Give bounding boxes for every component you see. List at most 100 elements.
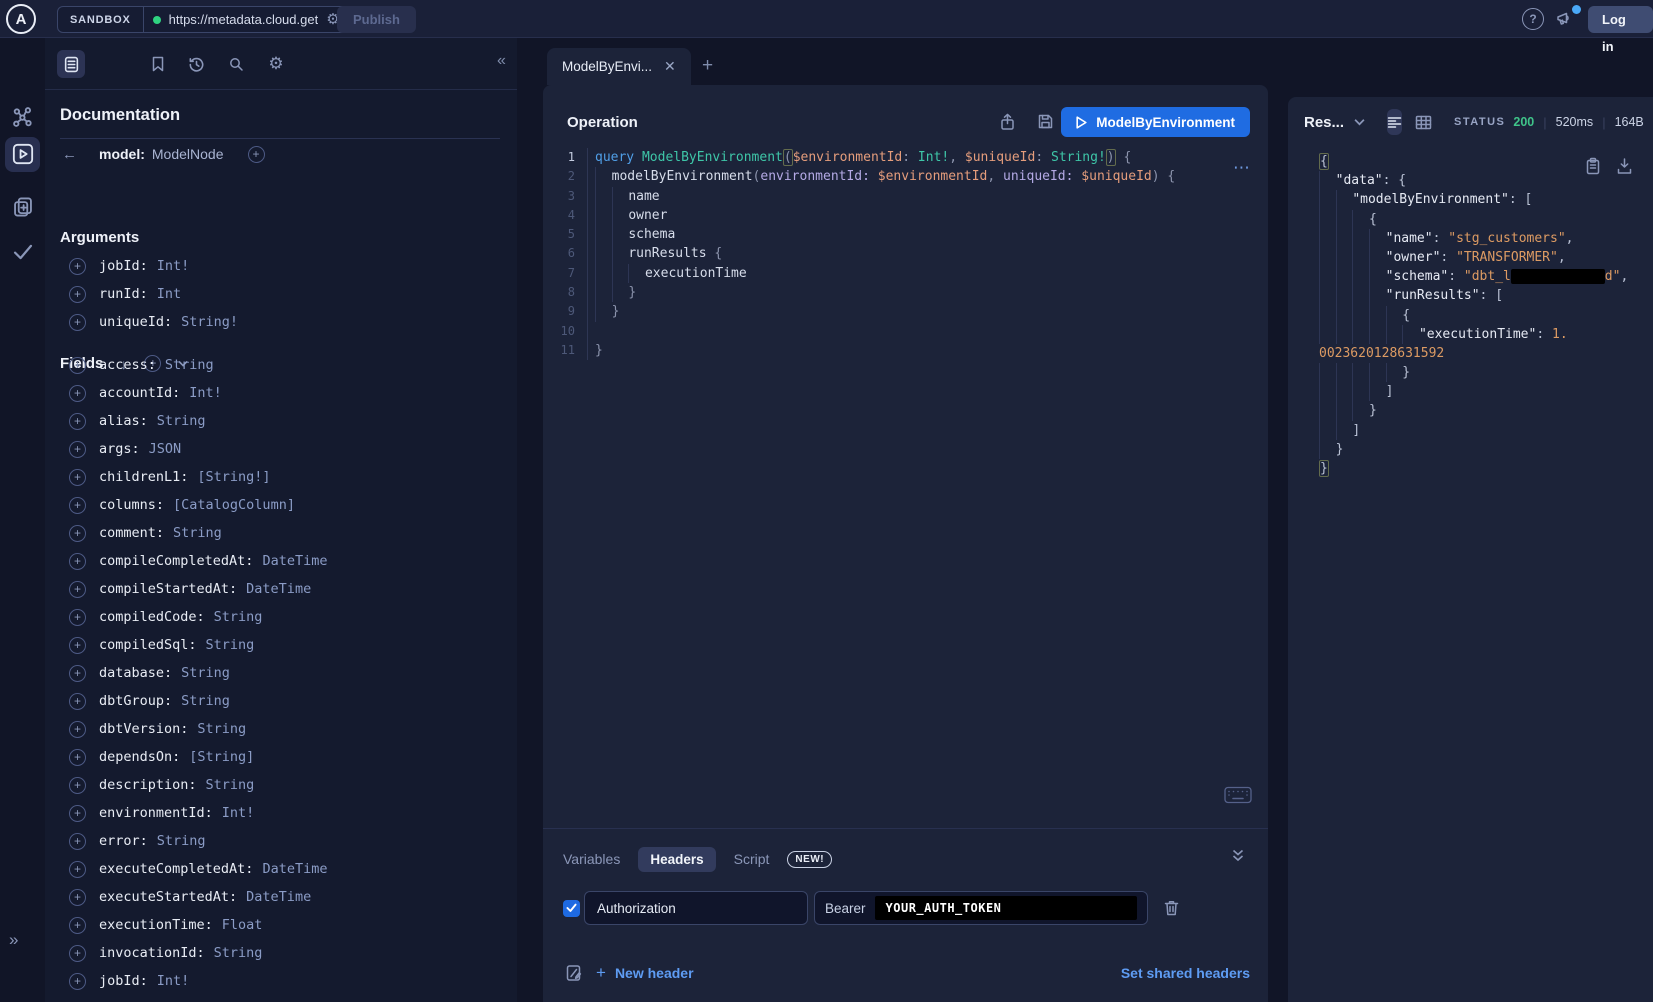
schema-field-row[interactable]: +executionTime:Float (45, 911, 517, 939)
add-field-icon[interactable]: + (69, 777, 86, 794)
search-tab-icon[interactable] (222, 50, 250, 78)
login-button[interactable]: Log in (1588, 6, 1653, 33)
tab-headers[interactable]: Headers (638, 847, 715, 872)
documentation-tab-icon[interactable] (57, 50, 85, 78)
back-arrow-icon[interactable]: ← (62, 146, 77, 163)
add-field-icon[interactable]: + (69, 749, 86, 766)
add-field-icon[interactable]: + (69, 861, 86, 878)
schema-field-row[interactable]: +accountId:Int! (45, 379, 517, 407)
operation-tab-title[interactable]: ModelByEnvi... (562, 59, 652, 74)
tab-script[interactable]: Script (734, 851, 770, 867)
help-icon[interactable]: ? (1522, 8, 1544, 30)
schema-field-row[interactable]: +description:String (45, 771, 517, 799)
apollo-logo[interactable]: A (6, 4, 36, 34)
add-field-icon[interactable]: + (69, 917, 86, 934)
schema-field-row[interactable]: +runId:Int (45, 280, 517, 308)
schema-field-row[interactable]: +columns:[CatalogColumn] (45, 491, 517, 519)
header-enabled-checkbox[interactable] (563, 900, 580, 917)
field-type: String (206, 777, 255, 793)
publish-button[interactable]: Publish (337, 6, 416, 33)
env-variables-icon[interactable] (565, 964, 583, 983)
schema-field-row[interactable]: +jobId:Int! (45, 967, 517, 995)
operation-more-options-icon[interactable]: ⋯ (1233, 158, 1251, 178)
add-field-icon[interactable]: + (69, 258, 86, 275)
keyboard-shortcuts-icon[interactable] (1224, 786, 1252, 804)
schema-field-row[interactable]: +compiledCode:String (45, 603, 517, 631)
set-shared-headers-link[interactable]: Set shared headers (1121, 965, 1250, 981)
add-field-icon[interactable]: + (69, 693, 86, 710)
schema-field-row[interactable]: +access:String (45, 351, 517, 379)
add-field-icon[interactable]: + (69, 441, 86, 458)
add-field-icon[interactable]: + (69, 805, 86, 822)
operation-tab[interactable]: ModelByEnvi... ✕ (547, 48, 691, 85)
schema-field-row[interactable]: +childrenL1:[String!] (45, 463, 517, 491)
collapse-request-panel-icon[interactable] (1232, 849, 1244, 862)
raw-view-toggle-icon[interactable] (1387, 109, 1402, 135)
share-operation-icon[interactable] (999, 113, 1016, 131)
add-field-icon[interactable]: + (69, 609, 86, 626)
schema-field-row[interactable]: +comment:String (45, 519, 517, 547)
graphql-editor[interactable]: 1query ModelByEnvironment($environmentId… (543, 148, 1268, 360)
collapse-docs-panel-icon[interactable]: « (497, 52, 506, 70)
run-operation-button[interactable]: ModelByEnvironment (1061, 107, 1250, 137)
close-tab-icon[interactable]: ✕ (664, 58, 676, 75)
sidebar-item-checks[interactable] (0, 241, 45, 263)
endpoint-url-text[interactable]: https://metadata.cloud.get (169, 12, 319, 27)
add-field-icon[interactable]: + (69, 497, 86, 514)
history-tab-icon[interactable] (182, 50, 210, 78)
add-field-icon[interactable]: + (69, 469, 86, 486)
bookmarks-tab-icon[interactable] (144, 50, 172, 78)
schema-field-row[interactable]: +executeStartedAt:DateTime (45, 883, 517, 911)
add-field-icon[interactable]: + (69, 385, 86, 402)
schema-field-row[interactable]: +jobId:Int! (45, 252, 517, 280)
new-tab-icon[interactable]: + (702, 55, 713, 77)
add-field-icon[interactable]: + (69, 889, 86, 906)
save-operation-icon[interactable] (1037, 113, 1054, 130)
add-field-icon[interactable]: + (69, 665, 86, 682)
response-panel-title[interactable]: Res... (1304, 114, 1344, 131)
schema-field-row[interactable]: +compileCompletedAt:DateTime (45, 547, 517, 575)
schema-field-row[interactable]: +dependsOn:[String] (45, 743, 517, 771)
add-field-icon[interactable]: + (69, 525, 86, 542)
schema-field-row[interactable]: +alias:String (45, 407, 517, 435)
add-field-icon[interactable]: + (69, 553, 86, 570)
add-field-icon[interactable]: + (69, 833, 86, 850)
endpoint-url-field[interactable]: https://metadata.cloud.get ⚙ (144, 7, 349, 32)
add-field-icon[interactable]: + (69, 945, 86, 962)
sidebar-item-changelog[interactable] (0, 196, 45, 218)
schema-field-row[interactable]: +compileStartedAt:DateTime (45, 575, 517, 603)
sidebar-item-explorer[interactable] (0, 143, 45, 165)
schema-field-row[interactable]: +invocationId:String (45, 939, 517, 967)
new-header-button[interactable]: + New header (596, 963, 694, 983)
schema-field-row[interactable]: +dbtGroup:String (45, 687, 517, 715)
add-field-icon[interactable]: + (69, 314, 86, 331)
schema-field-row[interactable]: +dbtVersion:String (45, 715, 517, 743)
add-type-icon[interactable]: + (248, 146, 265, 163)
add-field-icon[interactable]: + (69, 637, 86, 654)
schema-field-row[interactable]: +database:String (45, 659, 517, 687)
schema-field-row[interactable]: +executeCompletedAt:DateTime (45, 855, 517, 883)
breadcrumb-type[interactable]: ModelNode (152, 146, 224, 162)
schema-field-row[interactable]: +uniqueId:String! (45, 308, 517, 336)
auth-token-value[interactable]: YOUR_AUTH_TOKEN (875, 896, 1137, 920)
tab-variables[interactable]: Variables (563, 851, 620, 867)
add-field-icon[interactable]: + (69, 581, 86, 598)
expand-rail-icon[interactable]: » (9, 930, 18, 950)
header-value-input[interactable]: Bearer YOUR_AUTH_TOKEN (814, 891, 1148, 925)
add-field-icon[interactable]: + (69, 286, 86, 303)
schema-field-row[interactable]: +args:JSON (45, 435, 517, 463)
schema-field-row[interactable]: +environmentId:Int! (45, 799, 517, 827)
add-field-icon[interactable]: + (69, 413, 86, 430)
table-view-toggle-icon[interactable] (1415, 115, 1432, 130)
add-field-icon[interactable]: + (69, 973, 86, 990)
schema-field-row[interactable]: +compiledSql:String (45, 631, 517, 659)
add-field-icon[interactable]: + (69, 721, 86, 738)
response-json-viewer[interactable]: { "data": { "modelByEnvironment": [ { "n… (1288, 152, 1653, 478)
schema-field-row[interactable]: +error:String (45, 827, 517, 855)
delete-header-icon[interactable] (1163, 899, 1180, 917)
header-key-input[interactable] (584, 891, 808, 925)
add-field-icon[interactable]: + (69, 357, 86, 374)
settings-tab-icon[interactable]: ⚙ (262, 50, 290, 78)
response-dropdown-chevron-icon[interactable] (1354, 118, 1365, 126)
sidebar-item-schema[interactable] (0, 106, 45, 128)
